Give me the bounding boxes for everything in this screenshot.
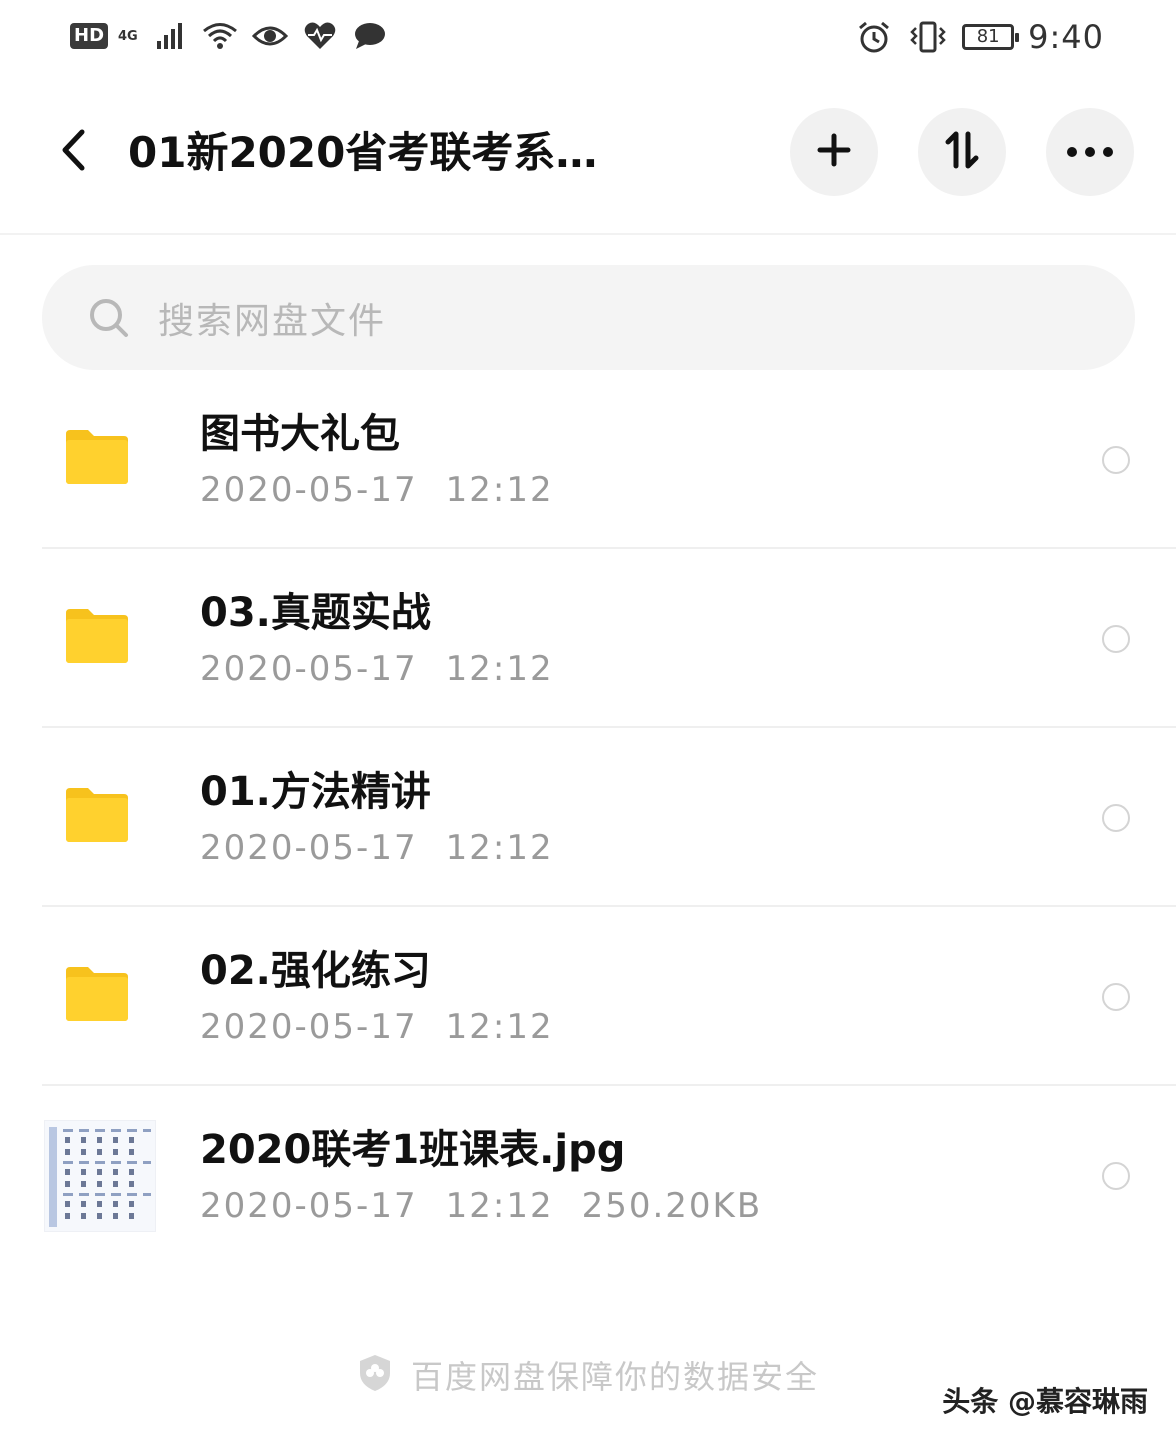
battery-icon: 81: [962, 24, 1020, 50]
list-item[interactable]: 01.方法精讲 2020-05-17 12:12: [0, 728, 1176, 907]
file-date: 2020-05-17: [200, 470, 418, 510]
shield-icon: [357, 1353, 393, 1397]
clock: 9:40: [1028, 18, 1104, 56]
select-radio[interactable]: [1102, 1162, 1130, 1190]
wifi-icon: [200, 18, 240, 54]
file-name: 03.真题实战: [200, 590, 431, 636]
file-name: 01.方法精讲: [200, 769, 431, 815]
folder-icon: [66, 788, 132, 844]
file-time: 12:12: [445, 1186, 554, 1226]
list-item[interactable]: 2020联考1班课表.jpg 2020-05-17 12:12 250.20KB: [0, 1086, 1176, 1265]
file-name: 02.强化练习: [200, 948, 431, 994]
file-meta: 2020-05-17 12:12: [200, 1005, 582, 1049]
hd-badge: HD: [70, 23, 109, 49]
file-meta: 2020-05-17 12:12: [200, 826, 582, 870]
list-item[interactable]: 02.强化练习 2020-05-17 12:12: [0, 907, 1176, 1086]
more-horizontal-icon: [1066, 143, 1114, 162]
file-date: 2020-05-17: [200, 1007, 418, 1047]
add-button[interactable]: [790, 108, 878, 196]
eye-icon: [250, 18, 290, 54]
file-meta: 2020-05-17 12:12: [200, 647, 582, 691]
plus-icon: [817, 133, 851, 171]
header-bar: 01新2020省考联考系…: [0, 100, 1176, 210]
status-bar: HD 4G 81 9:40: [0, 0, 1176, 78]
chevron-left-icon: [58, 128, 88, 176]
back-button[interactable]: [48, 122, 98, 182]
list-item[interactable]: 图书大礼包 2020-05-17 12:12: [0, 370, 1176, 549]
file-time: 12:12: [445, 1007, 554, 1047]
vibrate-icon: [908, 19, 948, 55]
signal-icon: [150, 18, 190, 54]
file-list: 图书大礼包 2020-05-17 12:12 03.真题实战 2020-05-17…: [0, 370, 1176, 1265]
select-radio[interactable]: [1102, 804, 1130, 832]
sort-button[interactable]: [918, 108, 1006, 196]
select-radio[interactable]: [1102, 446, 1130, 474]
file-time: 12:12: [445, 649, 554, 689]
sort-icon: [942, 130, 982, 174]
header-divider: [0, 233, 1176, 235]
network-type: 4G: [118, 28, 138, 44]
folder-icon: [66, 609, 132, 665]
chat-bubble-icon: [350, 18, 390, 54]
status-bar-left: HD 4G: [70, 18, 390, 54]
file-name: 2020联考1班课表.jpg: [200, 1127, 626, 1173]
file-name: 图书大礼包: [200, 411, 400, 457]
file-time: 12:12: [445, 828, 554, 868]
status-bar-right: 81 9:40: [854, 18, 1104, 56]
search-icon: [86, 295, 132, 341]
file-date: 2020-05-17: [200, 1186, 418, 1226]
folder-icon: [66, 430, 132, 486]
file-time: 12:12: [445, 470, 554, 510]
file-size: 250.20KB: [581, 1186, 763, 1226]
search-bar[interactable]: 搜索网盘文件: [42, 265, 1135, 370]
select-radio[interactable]: [1102, 625, 1130, 653]
heart-pulse-icon: [300, 18, 340, 54]
alarm-icon: [854, 19, 894, 55]
select-radio[interactable]: [1102, 983, 1130, 1011]
security-note-text: 百度网盘保障你的数据安全: [410, 1358, 819, 1396]
file-date: 2020-05-17: [200, 828, 418, 868]
file-meta: 2020-05-17 12:12: [200, 468, 582, 512]
search-input[interactable]: 搜索网盘文件: [158, 292, 386, 344]
file-meta: 2020-05-17 12:12 250.20KB: [200, 1184, 790, 1228]
page-title: 01新2020省考联考系…: [128, 128, 598, 177]
list-item[interactable]: 03.真题实战 2020-05-17 12:12: [0, 549, 1176, 728]
image-thumbnail: [44, 1120, 156, 1232]
file-date: 2020-05-17: [200, 649, 418, 689]
folder-icon: [66, 967, 132, 1023]
watermark: 头条 @慕容琳雨: [942, 1385, 1148, 1418]
more-button[interactable]: [1046, 108, 1134, 196]
